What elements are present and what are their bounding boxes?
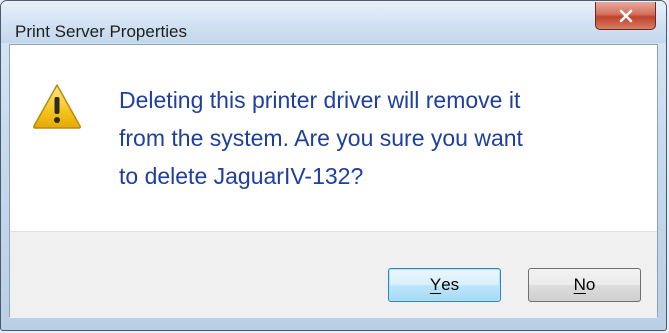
message-area: Deleting this printer driver will remove…: [10, 45, 657, 231]
warning-icon: [32, 84, 82, 129]
close-button[interactable]: [595, 2, 656, 30]
dialog-window: Print Server Properties Deleting this pr…: [0, 0, 667, 331]
window-title: Print Server Properties: [15, 22, 187, 41]
title-bar[interactable]: Print Server Properties: [1, 1, 666, 43]
yes-button-mnemonic: Y: [429, 275, 442, 294]
no-button[interactable]: No: [528, 268, 641, 302]
yes-button-label: es: [441, 275, 460, 294]
no-button-label: o: [585, 275, 596, 294]
button-bar: Yes No: [10, 231, 657, 318]
no-button-mnemonic: N: [573, 275, 586, 294]
yes-button[interactable]: Yes: [388, 268, 501, 302]
dialog-message: Deleting this printer driver will remove…: [119, 87, 523, 189]
close-icon: [619, 9, 632, 22]
dialog-body: Deleting this printer driver will remove…: [9, 44, 658, 318]
